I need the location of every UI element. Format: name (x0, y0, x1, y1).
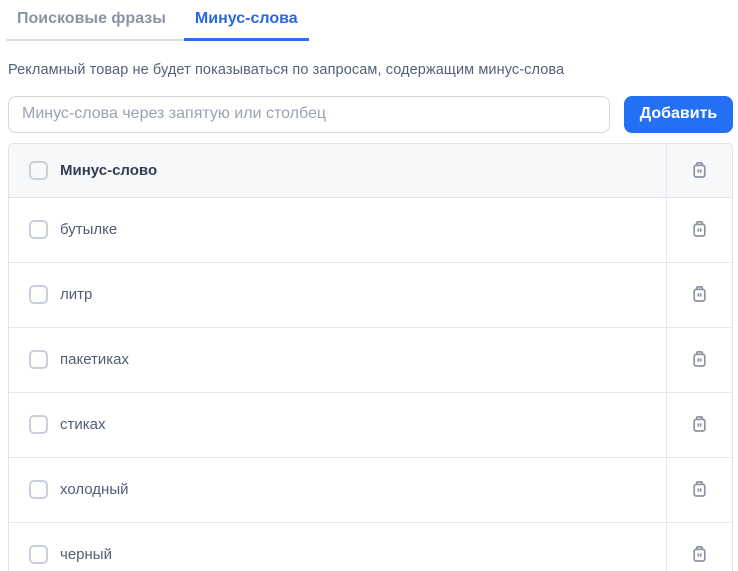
table-header-label: Минус-слово (60, 161, 158, 179)
row-word: стиках (60, 416, 106, 433)
delete-row-button[interactable] (687, 347, 712, 372)
trash-icon (693, 546, 706, 562)
row-checkbox[interactable] (29, 220, 48, 239)
delete-row-button[interactable] (687, 282, 712, 307)
table-row: литр (9, 262, 732, 328)
trash-icon (693, 416, 706, 432)
tab-search-phrases[interactable]: Поисковые фразы (6, 0, 177, 39)
delete-row-button[interactable] (687, 477, 712, 502)
delete-row-button[interactable] (687, 542, 712, 567)
table-row: бутылке (9, 197, 732, 263)
row-checkbox[interactable] (29, 415, 48, 434)
trash-icon (693, 221, 706, 237)
row-word: бутылке (60, 221, 118, 238)
trash-icon (693, 161, 706, 178)
row-word: черный (60, 546, 112, 563)
row-word: пакетиках (60, 351, 130, 368)
table-row: стиках (9, 392, 732, 458)
input-row: Добавить (8, 95, 733, 133)
minus-words-panel: Поисковые фразы Минус-слова Рекламный то… (0, 0, 738, 571)
row-checkbox[interactable] (29, 350, 48, 369)
tab-bar: Поисковые фразы Минус-слова (6, 0, 309, 41)
tab-minus-words[interactable]: Минус-слова (183, 0, 309, 41)
add-button[interactable]: Добавить (624, 95, 733, 133)
delete-row-button[interactable] (687, 412, 712, 437)
row-word: литр (60, 286, 93, 303)
delete-row-button[interactable] (687, 217, 712, 242)
table-header-row: Минус-слово (9, 143, 732, 198)
row-checkbox[interactable] (29, 480, 48, 499)
description-text: Рекламный товар не будет показываться по… (8, 61, 565, 78)
minus-words-table: Минус-слово бутылке литр пакетиках стика… (8, 142, 733, 571)
trash-icon (693, 286, 706, 302)
delete-all-button[interactable] (687, 158, 712, 183)
row-checkbox[interactable] (29, 545, 48, 564)
table-row: холодный (9, 457, 732, 523)
minus-words-input[interactable] (8, 95, 610, 133)
trash-icon (693, 351, 706, 367)
row-word: холодный (60, 481, 129, 498)
table-row: пакетиках (9, 327, 732, 393)
trash-icon (693, 481, 706, 497)
table-row: черный (9, 522, 732, 571)
row-checkbox[interactable] (29, 285, 48, 304)
select-all-checkbox[interactable] (29, 160, 48, 180)
